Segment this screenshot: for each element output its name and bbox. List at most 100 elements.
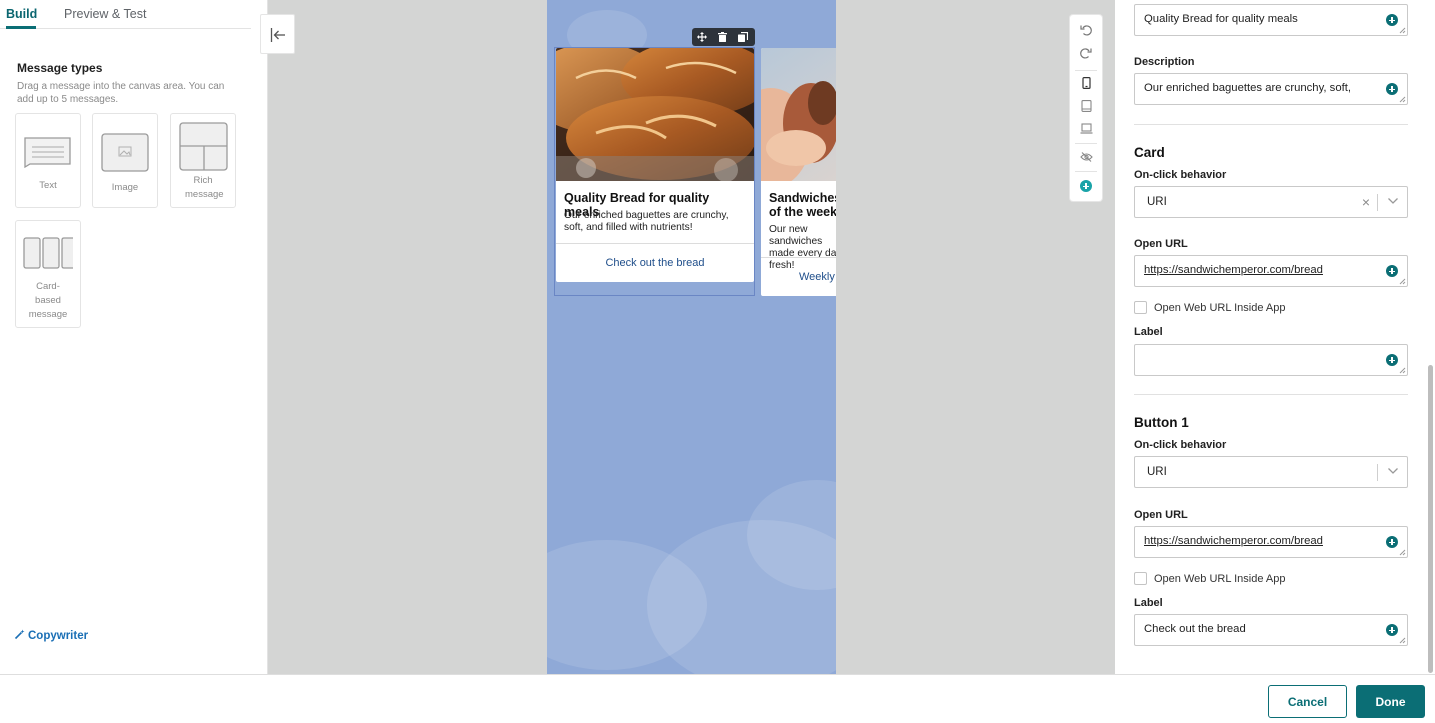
clear-icon[interactable]: × — [1362, 194, 1370, 210]
collapse-left-icon — [270, 28, 285, 42]
mobile-view-button[interactable] — [1070, 73, 1102, 93]
add-variable-icon[interactable] — [1386, 265, 1398, 277]
checkbox-label: Open Web URL Inside App — [1154, 302, 1286, 314]
message-types-help: Drag a message into the canvas area. You… — [17, 81, 225, 105]
add-variable-icon[interactable] — [1386, 624, 1398, 636]
message-type-text[interactable]: Text — [15, 113, 81, 208]
button1-open-url-label: Open URL — [1134, 509, 1188, 521]
trash-icon[interactable] — [718, 32, 727, 42]
checkbox[interactable] — [1134, 301, 1147, 314]
bread-photo — [556, 48, 754, 181]
copywriter-link[interactable]: Copywriter — [14, 629, 88, 642]
canvas-phone-preview: Quality Bread for quality meals Our enri… — [547, 0, 836, 674]
message-type-label: Image — [111, 182, 139, 193]
tablet-icon — [1080, 100, 1092, 112]
card-message-icon — [23, 237, 73, 269]
sandwich-photo — [761, 48, 836, 181]
plus-icon — [1080, 180, 1092, 192]
resize-handle-icon[interactable] — [1399, 637, 1406, 644]
card-actions-toolbar — [692, 28, 755, 46]
message-type-label: Rich message — [185, 175, 224, 200]
card-section-heading: Card — [1134, 145, 1165, 160]
add-variable-icon[interactable] — [1386, 14, 1398, 26]
undo-icon — [1080, 25, 1092, 36]
resize-handle-icon[interactable] — [1399, 278, 1406, 285]
message-types-heading: Message types — [17, 61, 103, 75]
message-type-label: Text — [39, 180, 57, 191]
collapse-panel-button[interactable] — [260, 14, 295, 54]
undo-button[interactable] — [1070, 20, 1102, 40]
resize-handle-icon[interactable] — [1399, 549, 1406, 556]
chevron-down-icon — [1388, 198, 1398, 204]
description-field[interactable]: Our enriched baguettes are crunchy, soft… — [1134, 73, 1408, 105]
card-onclick-label: On-click behavior — [1134, 169, 1227, 181]
card-open-url-value: https://sandwichemperor.com/bread — [1144, 264, 1323, 276]
button1-section-heading: Button 1 — [1134, 415, 1189, 430]
description-field-value: Our enriched baguettes are crunchy, soft… — [1144, 82, 1352, 94]
button1-onclick-value: URI — [1147, 466, 1167, 478]
tab-bar: Build Preview & Test — [0, 0, 251, 29]
tablet-view-button[interactable] — [1070, 96, 1102, 116]
properties-scrollbar[interactable] — [1428, 365, 1433, 673]
copywriter-label: Copywriter — [28, 630, 89, 642]
canvas-toolbar — [1070, 15, 1102, 201]
redo-button[interactable] — [1070, 43, 1102, 63]
redo-icon — [1080, 48, 1092, 59]
add-element-button[interactable] — [1070, 176, 1102, 196]
properties-panel: Quality Bread for quality meals Descript… — [1115, 0, 1435, 674]
checkbox-label: Open Web URL Inside App — [1154, 573, 1286, 585]
text-message-icon — [24, 137, 71, 168]
button1-label-label: Label — [1134, 597, 1163, 609]
card-action-button[interactable]: Weekly — [761, 257, 836, 296]
card-title: Sandwiches of the week — [769, 191, 836, 219]
hide-preview-button[interactable] — [1070, 147, 1102, 167]
move-icon[interactable] — [697, 32, 707, 42]
button1-label-field[interactable]: Check out the bread — [1134, 614, 1408, 646]
chevron-down-icon — [1388, 468, 1398, 474]
resize-handle-icon[interactable] — [1399, 96, 1406, 103]
cancel-button[interactable]: Cancel — [1268, 685, 1347, 718]
footer-bar: Cancel Done — [0, 674, 1435, 723]
tab-build[interactable]: Build — [6, 7, 37, 21]
card-open-url-field[interactable]: https://sandwichemperor.com/bread — [1134, 255, 1408, 287]
card-action-button[interactable]: Check out the bread — [556, 243, 754, 282]
card-onclick-select[interactable]: URI × — [1134, 186, 1408, 218]
magic-wand-icon — [14, 629, 25, 640]
button1-onclick-select[interactable]: URI — [1134, 456, 1408, 488]
message-type-image[interactable]: Image — [92, 113, 158, 208]
rich-message-icon — [179, 122, 228, 171]
active-tab-indicator — [6, 26, 36, 29]
tab-preview-test[interactable]: Preview & Test — [64, 7, 146, 21]
add-variable-icon[interactable] — [1386, 83, 1398, 95]
eye-off-icon — [1079, 152, 1093, 162]
carousel-card-2[interactable]: Sandwiches of the week Our new sandwiche… — [761, 48, 836, 296]
done-button[interactable]: Done — [1356, 685, 1425, 718]
button1-open-url-field[interactable]: https://sandwichemperor.com/bread — [1134, 526, 1408, 558]
carousel-card-1[interactable]: Quality Bread for quality meals Our enri… — [556, 48, 754, 282]
button1-label-value: Check out the bread — [1144, 623, 1246, 635]
resize-handle-icon[interactable] — [1399, 367, 1406, 374]
build-panel: Build Preview & Test Message types Drag … — [0, 0, 268, 674]
title-field-value: Quality Bread for quality meals — [1144, 13, 1298, 25]
button1-open-url-value: https://sandwichemperor.com/bread — [1144, 535, 1323, 547]
mobile-icon — [1081, 77, 1091, 89]
card-onclick-value: URI — [1147, 196, 1167, 208]
description-label: Description — [1134, 56, 1195, 68]
card-label-label: Label — [1134, 326, 1163, 338]
message-type-label: Card-based message — [28, 281, 68, 320]
checkbox[interactable] — [1134, 572, 1147, 585]
laptop-icon — [1080, 122, 1092, 134]
message-type-card-based[interactable]: Card-based message — [15, 220, 81, 328]
desktop-view-button[interactable] — [1070, 118, 1102, 138]
card-label-field[interactable] — [1134, 344, 1408, 376]
message-type-rich[interactable]: Rich message — [170, 113, 236, 208]
resize-handle-icon[interactable] — [1399, 27, 1406, 34]
add-variable-icon[interactable] — [1386, 536, 1398, 548]
card-open-url-label: Open URL — [1134, 238, 1188, 250]
title-field[interactable]: Quality Bread for quality meals — [1134, 4, 1408, 36]
image-message-icon — [101, 133, 149, 172]
button1-onclick-label: On-click behavior — [1134, 439, 1227, 451]
add-variable-icon[interactable] — [1386, 354, 1398, 366]
duplicate-icon[interactable] — [738, 32, 748, 42]
card-description: Our enriched baguettes are crunchy, soft… — [564, 210, 729, 233]
